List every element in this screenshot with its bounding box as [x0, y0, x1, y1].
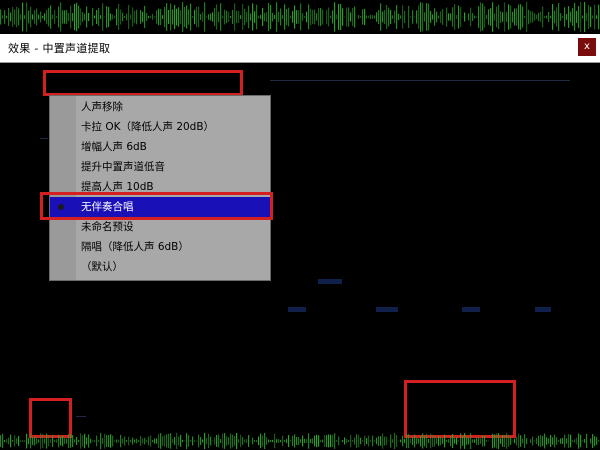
preset-dropdown-menu: 人声移除 卡拉 OK（降低人声 20dB） 增幅人声 6dB 提升中置声道低音 … [49, 95, 271, 281]
separator-line [40, 138, 48, 139]
preset-item-label: 人声移除 [81, 101, 123, 113]
preset-item-label: 未命名预设 [81, 221, 134, 233]
control-label [462, 307, 480, 312]
preset-item-vocal-cut-6db[interactable]: 隔唱（降低人声 6dB） [50, 237, 270, 257]
preset-item-untitled[interactable]: 未命名预设 [50, 217, 270, 237]
highlight-box-bottom-right[interactable] [404, 380, 516, 438]
window-title: 效果 - 中置声道提取 [8, 42, 111, 55]
preset-item-center-bass-boost[interactable]: 提升中置声道低音 [50, 157, 270, 177]
preset-item-vocal-remove[interactable]: 人声移除 [50, 97, 270, 117]
preset-item-label: 增幅人声 6dB [81, 141, 147, 153]
highlight-box-selected-item [40, 192, 273, 220]
waveform-bottom [0, 432, 600, 449]
control-label [318, 279, 342, 284]
preset-item-label: 卡拉 OK（降低人声 20dB） [81, 121, 215, 133]
preset-item-karaoke[interactable]: 卡拉 OK（降低人声 20dB） [50, 117, 270, 137]
screen: 效果 - 中置声道提取 x 人声移除 卡拉 OK（降低人声 20dB） 增幅人声… [0, 0, 600, 450]
preset-item-default[interactable]: （默认） [50, 257, 270, 277]
close-button[interactable]: x [578, 38, 596, 56]
separator-line [270, 80, 570, 81]
preset-item-vocal-boost-6db[interactable]: 增幅人声 6dB [50, 137, 270, 157]
preset-item-label: （默认） [81, 261, 123, 273]
titlebar: 效果 - 中置声道提取 x [0, 34, 600, 63]
preset-select[interactable] [43, 70, 243, 96]
control-label [535, 307, 551, 312]
preset-item-label: 提升中置声道低音 [81, 161, 165, 173]
control-label [288, 307, 306, 312]
separator-line [76, 416, 86, 417]
waveform-top [0, 1, 600, 33]
control-label [376, 307, 398, 312]
preset-item-label: 隔唱（降低人声 6dB） [81, 241, 189, 253]
effect-dialog: 效果 - 中置声道提取 x 人声移除 卡拉 OK（降低人声 20dB） 增幅人声… [0, 34, 600, 438]
